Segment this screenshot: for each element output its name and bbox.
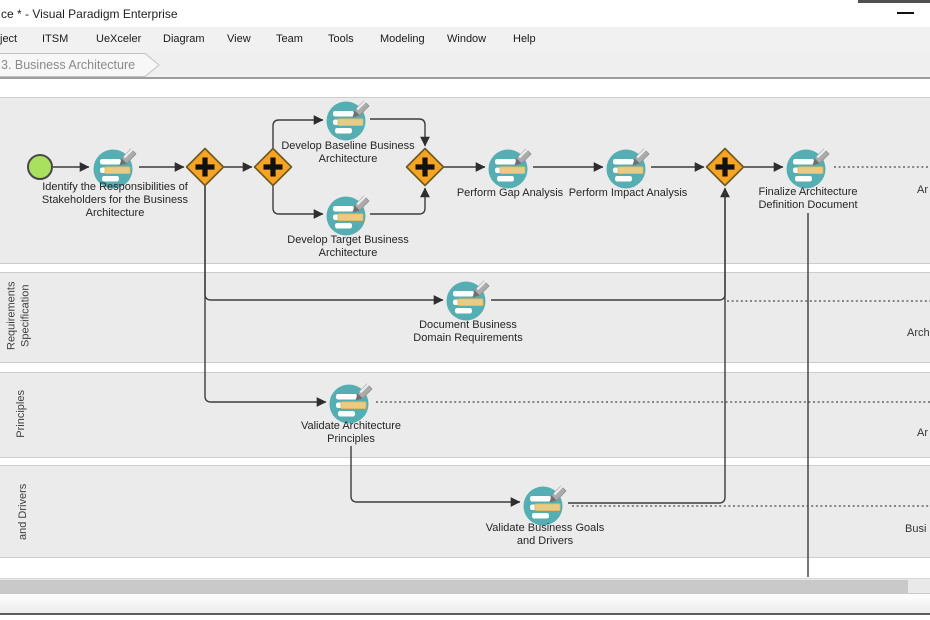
task-document-business-domain-requirements[interactable] [445, 276, 491, 322]
task-develop-baseline-architecture[interactable] [325, 96, 371, 142]
minimize-icon [897, 12, 914, 14]
lane-label-and-drivers: and Drivers [17, 452, 31, 572]
task-label: Finalize Architecture Definition Documen… [723, 186, 893, 212]
clipped-artifact-label: Arch [907, 327, 930, 339]
task-label: Validate Architecture Principles [266, 420, 436, 446]
task-label: Validate Business Goals and Drivers [460, 522, 630, 548]
task-develop-target-architecture[interactable] [325, 191, 371, 237]
visual-paradigm-window: ce * - Visual Paradigm Enterprise ject I… [0, 0, 930, 620]
clipped-artifact-label: Ar [917, 427, 928, 439]
clipped-artifact-label: Ar [917, 184, 928, 196]
task-icon [445, 276, 491, 322]
menu-bar: ject ITSM UeXceler Diagram View Team Too… [0, 27, 930, 52]
task-icon [325, 96, 371, 142]
minimize-button[interactable] [888, 4, 920, 22]
menu-item-itsm[interactable]: ITSM [42, 33, 68, 45]
menu-item-diagram[interactable]: Diagram [163, 33, 205, 45]
horizontal-scrollbar-thumb[interactable] [0, 580, 908, 593]
task-perform-impact-analysis[interactable] [605, 144, 651, 190]
task-icon [605, 144, 651, 190]
task-icon [785, 144, 831, 190]
menu-item-window[interactable]: Window [447, 33, 486, 45]
task-validate-business-goals-drivers[interactable] [522, 481, 568, 527]
menu-item-modeling[interactable]: Modeling [380, 33, 425, 45]
start-event[interactable] [27, 154, 53, 180]
parallel-gateway-4[interactable] [705, 147, 745, 187]
task-label: Document Business Domain Requirements [383, 319, 553, 345]
task-icon [325, 191, 371, 237]
menu-item-view[interactable]: View [227, 33, 251, 45]
menu-item-project-clipped[interactable]: ject [0, 33, 17, 45]
horizontal-scrollbar[interactable] [0, 578, 930, 593]
task-finalize-architecture-definition-document[interactable] [785, 144, 831, 190]
lane-principles[interactable] [0, 372, 930, 458]
clipped-artifact-label: Busi [905, 523, 926, 535]
window-top-edge [858, 0, 930, 3]
menu-item-help[interactable]: Help [513, 33, 536, 45]
task-icon [328, 379, 374, 425]
window-bottom-border [0, 613, 930, 615]
task-label: Perform Impact Analysis [543, 187, 713, 200]
task-validate-architecture-principles[interactable] [328, 379, 374, 425]
menu-item-uexceler[interactable]: UeXceler [96, 33, 141, 45]
window-title: ce * - Visual Paradigm Enterprise [1, 7, 178, 21]
menu-item-team[interactable]: Team [276, 33, 303, 45]
menu-item-tools[interactable]: Tools [328, 33, 354, 45]
status-bar [0, 593, 930, 613]
breadcrumb-label: 3. Business Architecture [1, 58, 135, 72]
task-icon [522, 481, 568, 527]
task-label: Identify the Responsibilities of Stakeho… [30, 181, 200, 220]
task-icon [487, 144, 533, 190]
task-label: Develop Target Business Architecture [263, 234, 433, 260]
task-perform-gap-analysis[interactable] [487, 144, 533, 190]
breadcrumb: 3. Business Architecture [0, 52, 930, 79]
task-label: Develop Baseline Business Architecture [263, 140, 433, 166]
title-bar: ce * - Visual Paradigm Enterprise [0, 0, 930, 27]
